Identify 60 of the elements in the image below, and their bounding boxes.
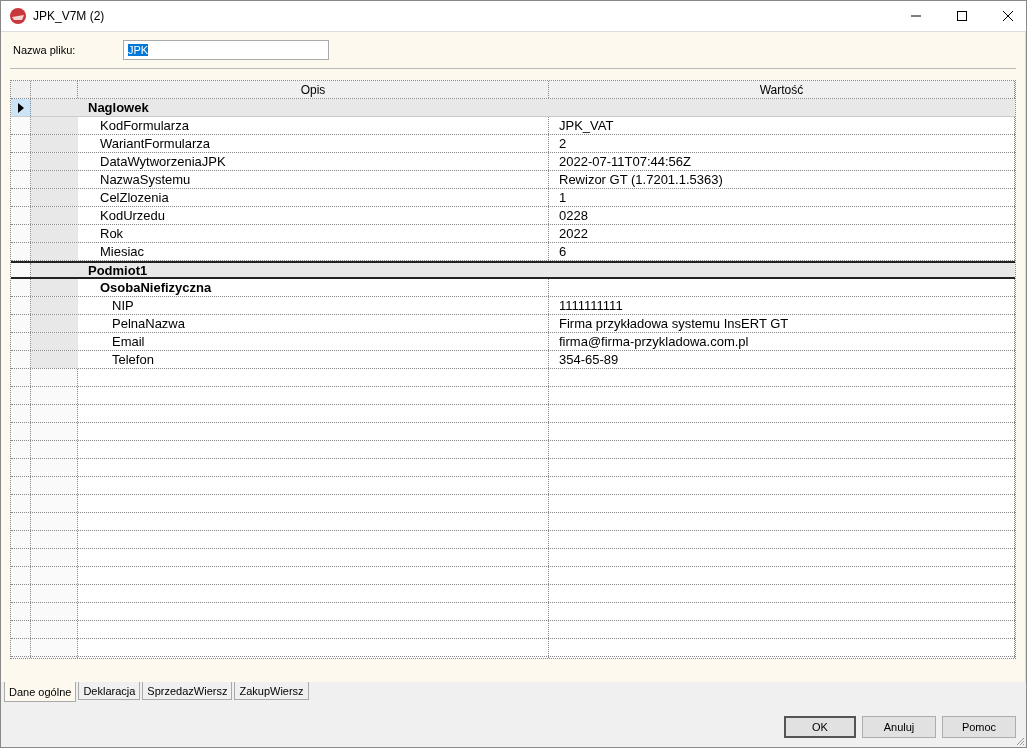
table-cell: CelZlozenia <box>78 189 549 206</box>
dialog-button[interactable]: OK <box>784 716 856 738</box>
table-cell: JPK_VAT <box>549 117 1015 134</box>
table-cell: KodUrzedu <box>78 207 549 224</box>
group-header-cell[interactable]: Podmiot1 <box>78 263 1015 277</box>
table-cell: NazwaSystemu <box>78 171 549 188</box>
current-row-arrow-icon <box>17 102 24 113</box>
close-icon[interactable] <box>1002 10 1014 22</box>
table-cell: 2022 <box>549 225 1015 242</box>
row-indent-cell <box>31 297 78 314</box>
row-indent-cell <box>31 117 78 134</box>
row-indent-cell <box>31 171 78 188</box>
table-cell: WariantFormularza <box>78 135 549 152</box>
row-indent-cell <box>31 153 78 170</box>
column-header[interactable]: Wartość <box>549 81 1015 98</box>
dialog-button[interactable]: Anuluj <box>862 716 936 738</box>
group-header-cell[interactable]: Naglowek <box>78 99 1015 116</box>
row-indent-cell <box>31 315 78 332</box>
row-indent-cell <box>31 279 78 296</box>
table-cell: 2 <box>549 135 1015 152</box>
table-cell: Email <box>78 333 549 350</box>
row-indent-cell <box>31 189 78 206</box>
table-cell: Telefon <box>78 351 549 368</box>
table-cell: Rewizor GT (1.7201.1.5363) <box>549 171 1015 188</box>
row-indent-cell <box>31 225 78 242</box>
tab[interactable]: Dane ogólne <box>4 682 77 702</box>
table-cell: DataWytworzeniaJPK <box>78 153 549 170</box>
maximize-icon[interactable] <box>956 10 968 22</box>
row-indent-cell <box>31 99 78 116</box>
table-cell: Rok <box>78 225 549 242</box>
table-cell: 0228 <box>549 207 1015 224</box>
table-cell: 1111111111 <box>549 297 1015 314</box>
app-logo-icon <box>9 7 27 25</box>
file-name-field[interactable]: JPK <box>123 40 329 60</box>
table-cell: 6 <box>549 243 1015 260</box>
table-cell: KodFormularza <box>78 117 549 134</box>
row-indent-cell <box>31 351 78 368</box>
column-header[interactable]: Opis <box>78 81 549 98</box>
row-indent-cell <box>31 207 78 224</box>
table-cell: 1 <box>549 189 1015 206</box>
table-cell: Firma przykładowa systemu InsERT GT <box>549 315 1015 332</box>
row-selector[interactable] <box>11 99 31 116</box>
tab[interactable]: ZakupWiersz <box>234 682 309 700</box>
table-cell: Miesiac <box>78 243 549 260</box>
table-cell: NIP <box>78 297 549 314</box>
tab[interactable]: SprzedazWiersz <box>142 682 233 700</box>
dialog-button[interactable]: Pomoc <box>942 716 1016 738</box>
table-cell: firma@firma-przykladowa.com.pl <box>549 333 1015 350</box>
table-cell: 2022-07-11T07:44:56Z <box>549 153 1015 170</box>
resize-grip-icon[interactable] <box>1015 736 1025 746</box>
table-cell: PelnaNazwa <box>78 315 549 332</box>
row-indent-cell <box>31 135 78 152</box>
table-cell: 354-65-89 <box>549 351 1015 368</box>
file-name-label: Nazwa pliku: <box>12 44 77 56</box>
group-header-cell: OsobaNiefizyczna <box>78 279 549 296</box>
window-title: JPK_V7M (2) <box>33 9 105 23</box>
row-indent-cell <box>31 263 78 277</box>
row-indent-cell <box>31 333 78 350</box>
row-indent-cell <box>31 243 78 260</box>
tab[interactable]: Deklaracja <box>78 682 141 700</box>
